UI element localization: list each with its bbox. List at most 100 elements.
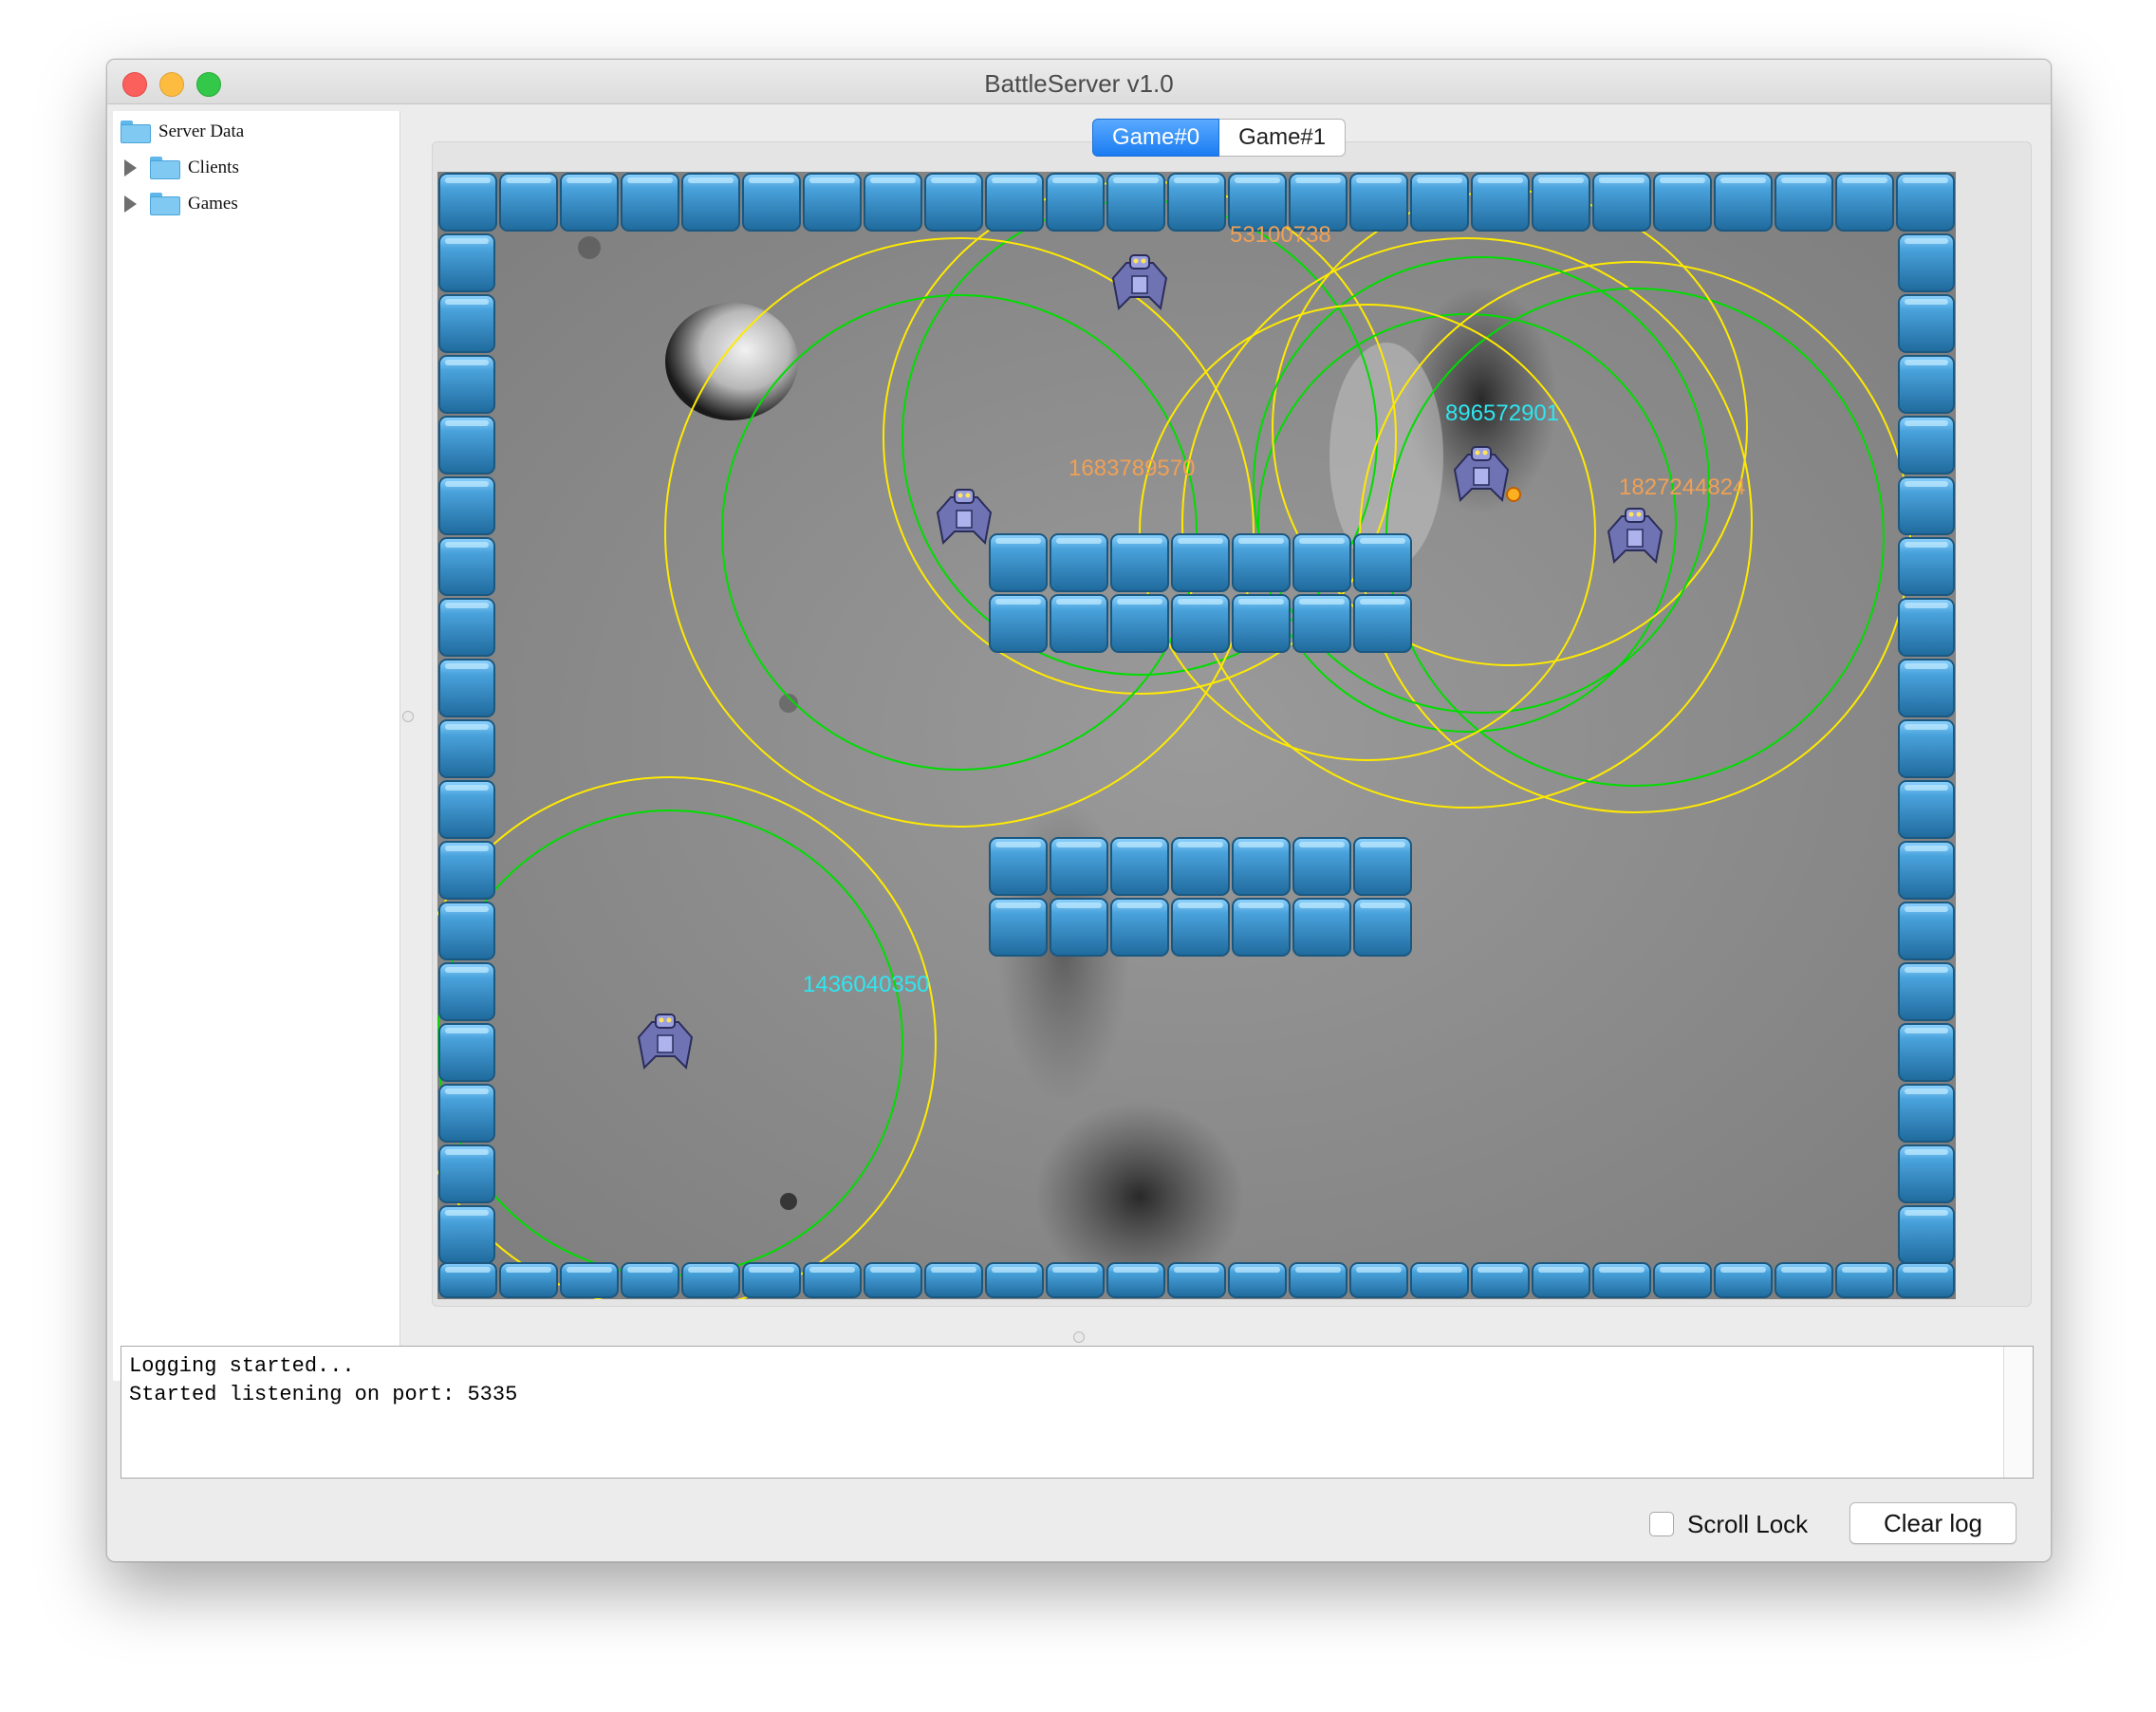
tree-item-games[interactable]: Games — [124, 189, 238, 219]
tree-item-clients[interactable]: Clients — [124, 153, 239, 183]
wall-block — [1835, 1262, 1894, 1298]
scroll-lock-checkbox[interactable] — [1649, 1512, 1674, 1536]
wall-block — [438, 902, 495, 960]
wall-block — [1349, 1262, 1408, 1298]
wall-block — [989, 533, 1048, 592]
wall-block — [621, 1262, 679, 1298]
bullet-icon — [1506, 487, 1521, 502]
wall-block — [1410, 1262, 1469, 1298]
scroll-lock-label[interactable]: Scroll Lock — [1687, 1510, 1808, 1539]
wall-block — [803, 1262, 862, 1298]
wall-block — [438, 476, 495, 535]
wall-block — [1898, 355, 1955, 414]
wall-block — [1046, 1262, 1105, 1298]
robot-id-label: 1827244824 — [1619, 475, 1745, 500]
tree-item-label: Games — [188, 194, 238, 214]
wall-block — [1592, 1262, 1651, 1298]
wall-block — [1898, 962, 1955, 1021]
wall-block — [1228, 1262, 1287, 1298]
wall-block — [1898, 841, 1955, 900]
wall-block — [438, 841, 495, 900]
tab-game-1[interactable]: Game#1 — [1219, 119, 1347, 157]
robot-id-label: 896572901 — [1445, 400, 1559, 426]
wall-block — [1167, 1262, 1226, 1298]
wall-block — [924, 173, 983, 232]
wall-block — [1349, 173, 1408, 232]
vertical-split-handle[interactable] — [402, 711, 414, 722]
wall-block — [1232, 837, 1291, 896]
horizontal-split-handle[interactable] — [1073, 1331, 1085, 1343]
moon-ground — [437, 172, 1956, 1299]
wall-block — [924, 1262, 983, 1298]
wall-block — [438, 537, 495, 596]
wall-block — [438, 355, 495, 414]
wall-block — [1898, 294, 1955, 353]
wall-block — [438, 659, 495, 717]
wall-block — [438, 1084, 495, 1143]
server-data-tree: Server Data Clients Games — [113, 111, 400, 1381]
app-window: BattleServer v1.0 Server Data Clients Ga… — [106, 59, 2052, 1562]
wall-block — [438, 1023, 495, 1082]
wall-block — [1110, 837, 1169, 896]
folder-icon — [150, 193, 180, 215]
wall-block — [1898, 1205, 1955, 1264]
wall-block — [1110, 898, 1169, 957]
wall-block — [1532, 173, 1590, 232]
wall-block — [438, 1205, 495, 1264]
game-arena[interactable]: 53100738 1683789570 896572901 1827244824 143… — [403, 172, 1956, 1310]
wall-block — [1471, 1262, 1530, 1298]
wall-block — [1050, 837, 1108, 896]
wall-block — [560, 173, 619, 232]
wall-block — [438, 294, 495, 353]
wall-block — [1532, 1262, 1590, 1298]
wall-block — [864, 173, 922, 232]
folder-icon — [150, 157, 180, 179]
wall-block — [1171, 837, 1230, 896]
wall-block — [1050, 594, 1108, 653]
wall-block — [1898, 780, 1955, 839]
wall-block — [1896, 173, 1955, 232]
wall-block — [1653, 173, 1712, 232]
wall-block — [438, 173, 497, 232]
wall-block — [681, 173, 740, 232]
tab-game-0[interactable]: Game#0 — [1092, 119, 1220, 157]
wall-block — [438, 780, 495, 839]
wall-block — [1232, 533, 1291, 592]
wall-block — [438, 719, 495, 778]
wall-block — [1775, 173, 1833, 232]
wall-block — [1232, 594, 1291, 653]
wall-block — [1835, 173, 1894, 232]
wall-block — [499, 173, 558, 232]
wall-block — [1110, 594, 1169, 653]
wall-block — [1898, 659, 1955, 717]
wall-block — [1353, 594, 1412, 653]
wall-block — [438, 1144, 495, 1203]
tree-item-label: Clients — [188, 158, 239, 177]
wall-block — [1106, 173, 1165, 232]
log-scrollbar[interactable] — [2003, 1347, 2033, 1478]
disclosure-triangle-icon[interactable] — [124, 195, 137, 213]
wall-block — [1292, 594, 1351, 653]
wall-block — [1110, 533, 1169, 592]
robot-id-label: 1683789570 — [1069, 456, 1195, 481]
folder-icon — [121, 121, 151, 143]
wall-block — [1353, 898, 1412, 957]
clear-log-button[interactable]: Clear log — [1849, 1502, 2017, 1544]
tree-root[interactable]: Server Data — [121, 117, 244, 147]
wall-block — [438, 962, 495, 1021]
wall-block — [438, 1262, 497, 1298]
wall-block — [1898, 719, 1955, 778]
log-controls: Scroll Lock Clear log — [107, 1493, 2051, 1550]
game-tabs: Game#0 Game#1 — [1092, 119, 1347, 157]
log-area[interactable]: Logging started... Started listening on … — [121, 1346, 2034, 1479]
wall-block — [1898, 476, 1955, 535]
wall-block — [1898, 233, 1955, 292]
wall-block — [985, 173, 1044, 232]
disclosure-triangle-icon[interactable] — [124, 159, 137, 177]
wall-block — [864, 1262, 922, 1298]
wall-block — [1167, 173, 1226, 232]
wall-block — [989, 594, 1048, 653]
wall-block — [742, 1262, 801, 1298]
wall-block — [1292, 898, 1351, 957]
wall-block — [1896, 1262, 1955, 1298]
